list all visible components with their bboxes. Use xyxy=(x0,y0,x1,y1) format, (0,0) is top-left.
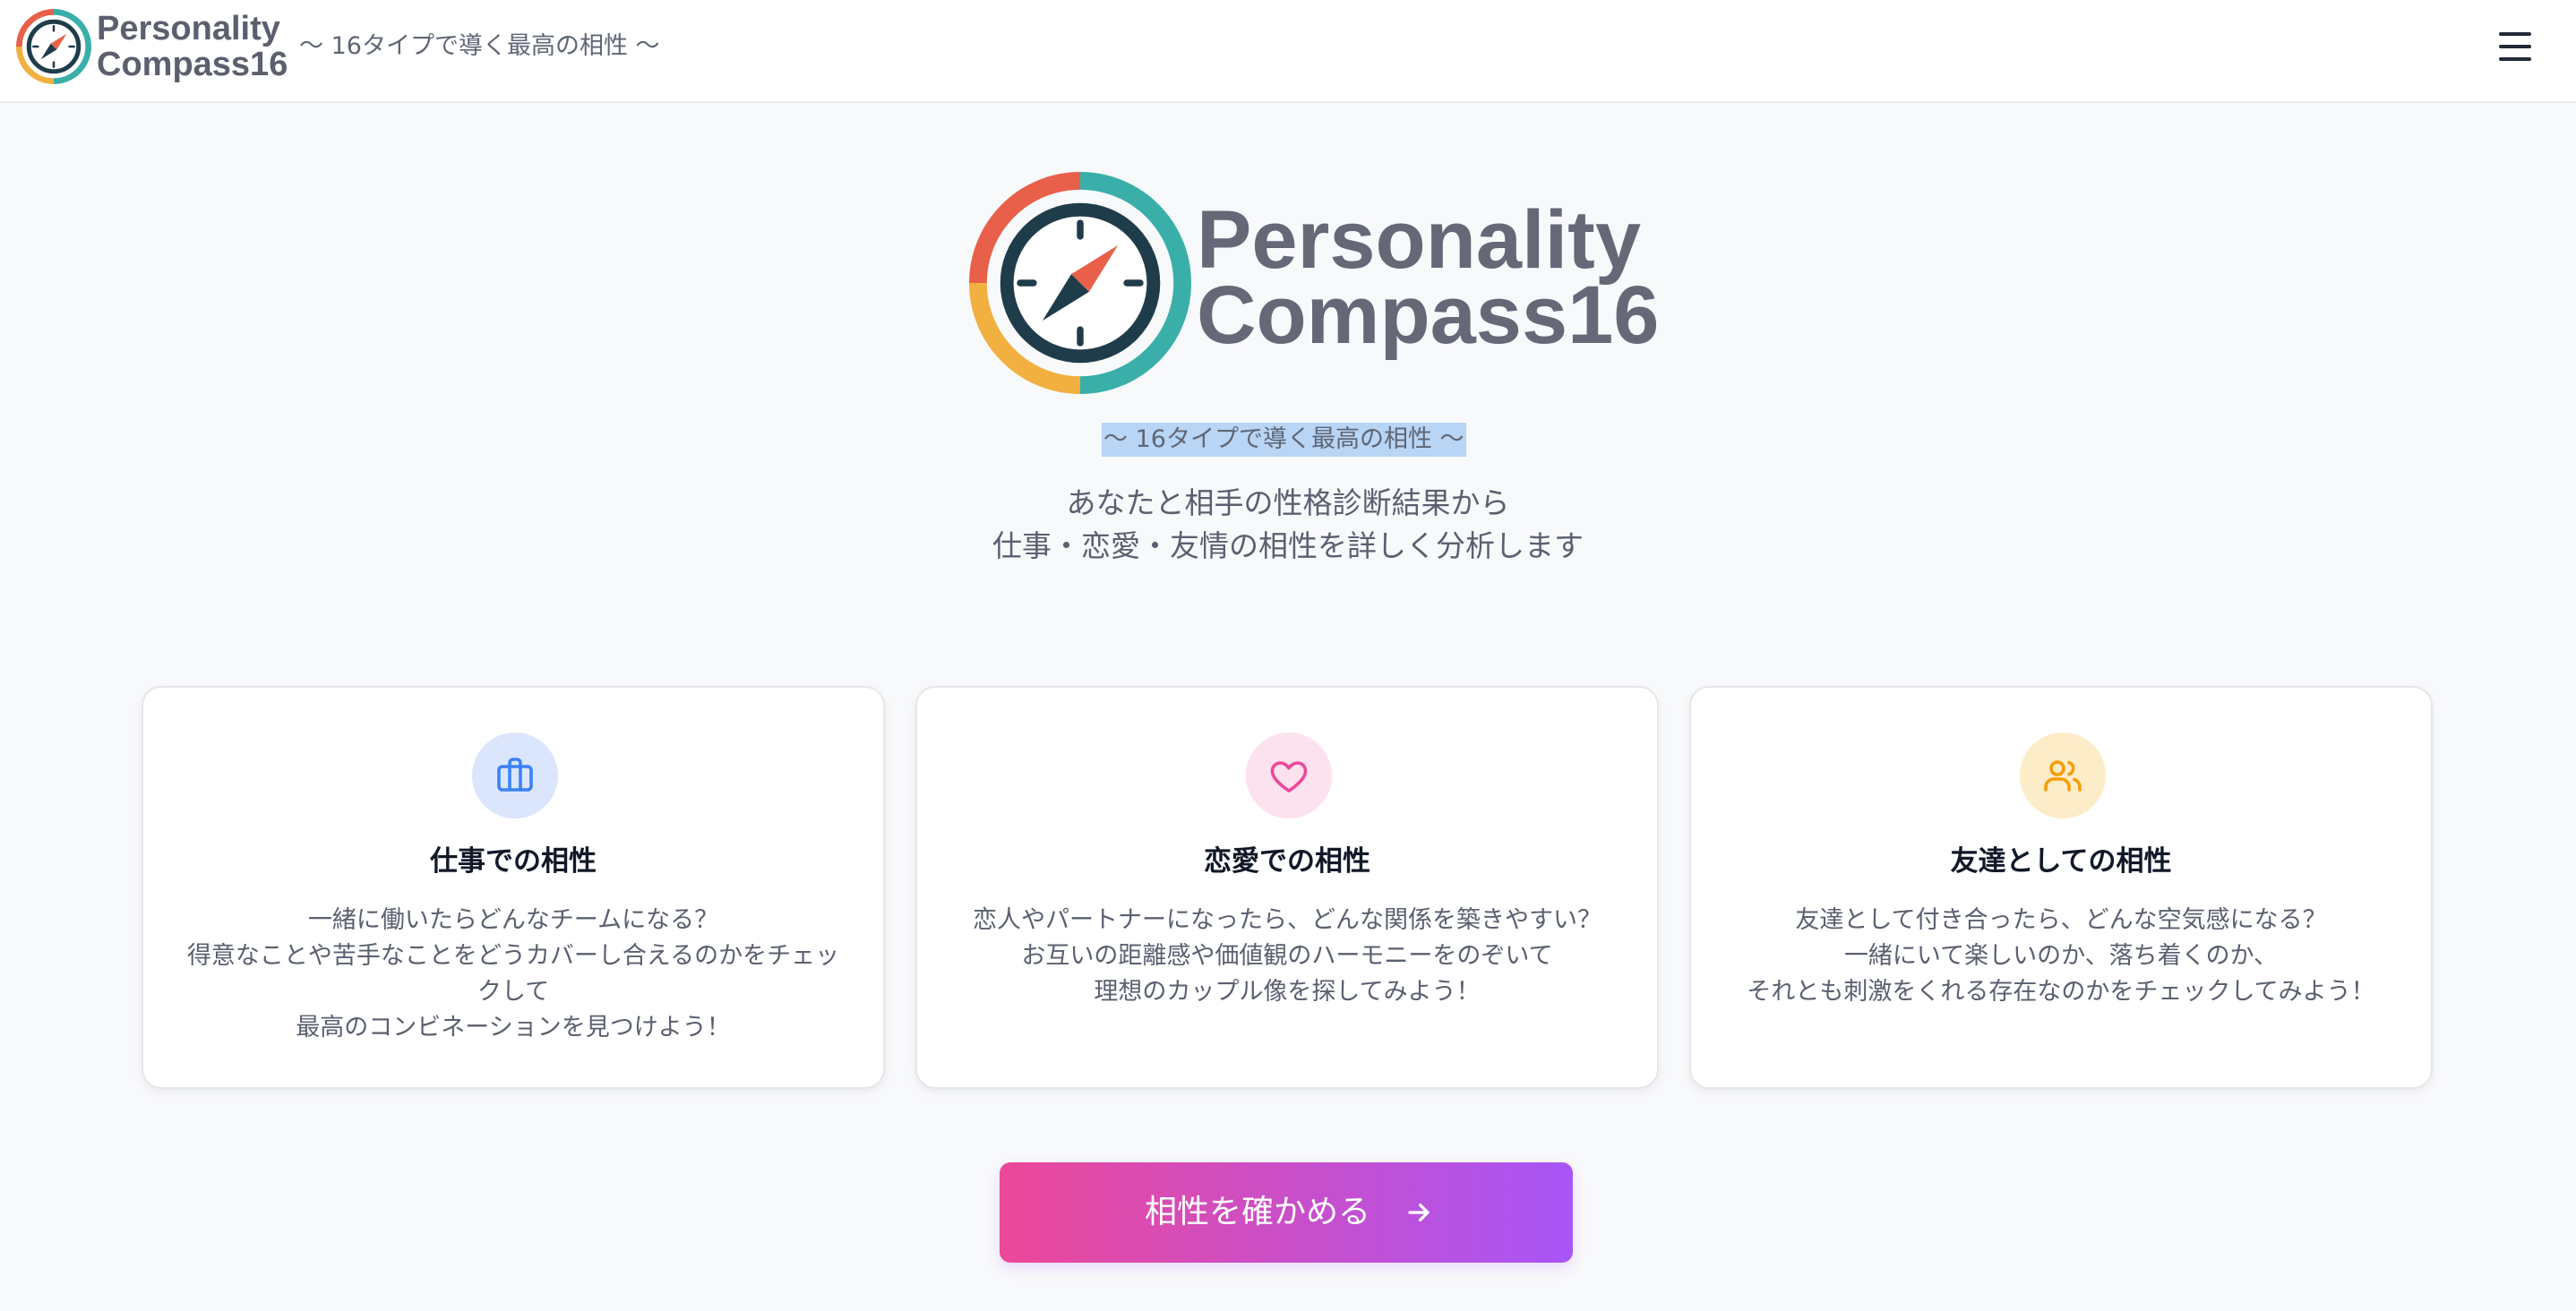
card-work-line: 得意なことや苦手なことをどうカバーし合えるのかをチェッ xyxy=(186,942,840,970)
card-love-line: 恋人やパートナーになったら、どんな関係を築きやすい？ xyxy=(973,906,1601,934)
card-work-line: 一緒に働いたらどんなチームになる？ xyxy=(307,906,719,934)
header-tagline: 〜 16タイプで導く最高の相性 〜 xyxy=(299,32,660,60)
hero-tagline: 〜 16タイプで導く最高の相性 〜 xyxy=(1102,423,1466,457)
card-friend-line: 友達として付き合ったら、どんな空気感になる？ xyxy=(1795,906,2327,934)
card-friend-description: 友達として付き合ったら、どんな空気感になる？ 一緒にいて楽しいのか、落ち着くのか… xyxy=(1718,903,2404,1010)
friend-icon-badge xyxy=(2020,733,2106,818)
check-compatibility-button[interactable]: 相性を確かめる xyxy=(1000,1162,1573,1263)
card-work-line: クして xyxy=(477,978,550,1006)
card-love-line: 理想のカップル像を探してみよう！ xyxy=(1094,978,1481,1006)
card-friend-line: 一緒にいて楽しいのか、落ち着くのか、 xyxy=(1843,942,2279,970)
card-work: 仕事での相性 一緒に働いたらどんなチームになる？ 得意なことや苦手なことをどうカ… xyxy=(142,686,885,1089)
hero-description: あなたと相手の性格診断結果から 仕事・恋愛・友情の相性を詳しく分析します xyxy=(0,482,2576,568)
card-friend-title: 友達としての相性 xyxy=(1950,845,2172,878)
card-friend-line: それとも刺激をくれる存在なのかをチェックしてみよう！ xyxy=(1747,978,2375,1006)
hero-brand-line2: Compass16 xyxy=(1197,270,1660,361)
card-love-title: 恋愛での相性 xyxy=(1204,845,1370,878)
header-brand-line2: Compass16 xyxy=(97,46,288,83)
card-love-description: 恋人やパートナーになったら、どんな関係を築きやすい？ お互いの距離感や価値観のハ… xyxy=(944,903,1630,1010)
hero-desc-line2: 仕事・恋愛・友情の相性を詳しく分析します xyxy=(992,528,1584,563)
header-brand-line1: Personality xyxy=(97,10,280,47)
card-work-description: 一緒に働いたらどんなチームになる？ 得意なことや苦手なことをどうカバーし合えるの… xyxy=(170,903,856,1046)
compass-logo-icon[interactable] xyxy=(16,9,91,84)
love-icon-badge xyxy=(1246,733,1332,818)
hero-desc-line1: あなたと相手の性格診断結果から xyxy=(1066,485,1510,520)
cta-label: 相性を確かめる xyxy=(1145,1194,1371,1230)
users-icon xyxy=(2044,760,2082,792)
hero-brand: Personality Compass16 xyxy=(1197,194,1660,361)
hero-brand-line1: Personality xyxy=(1197,194,1641,286)
arrow-right-icon xyxy=(1408,1204,1430,1221)
heart-icon xyxy=(1270,761,1308,793)
card-love: 恋愛での相性 恋人やパートナーになったら、どんな関係を築きやすい？ お互いの距離… xyxy=(915,686,1659,1089)
header-brand[interactable]: Personality Compass16 xyxy=(97,11,288,82)
card-love-line: お互いの距離感や価値観のハーモニーをのぞいて xyxy=(1021,942,1553,970)
card-work-line: 最高のコンビネーションを見つけよう！ xyxy=(296,1014,731,1041)
card-work-title: 仕事での相性 xyxy=(430,845,597,878)
top-header: Personality Compass16 〜 16タイプで導く最高の相性 〜 xyxy=(0,0,2576,103)
work-icon-badge xyxy=(472,733,558,818)
briefcase-icon xyxy=(497,758,533,792)
card-friend: 友達としての相性 友達として付き合ったら、どんな空気感になる？ 一緒にいて楽しい… xyxy=(1689,686,2433,1089)
hamburger-menu-button[interactable] xyxy=(2495,29,2537,64)
compass-logo-icon xyxy=(969,172,1191,394)
